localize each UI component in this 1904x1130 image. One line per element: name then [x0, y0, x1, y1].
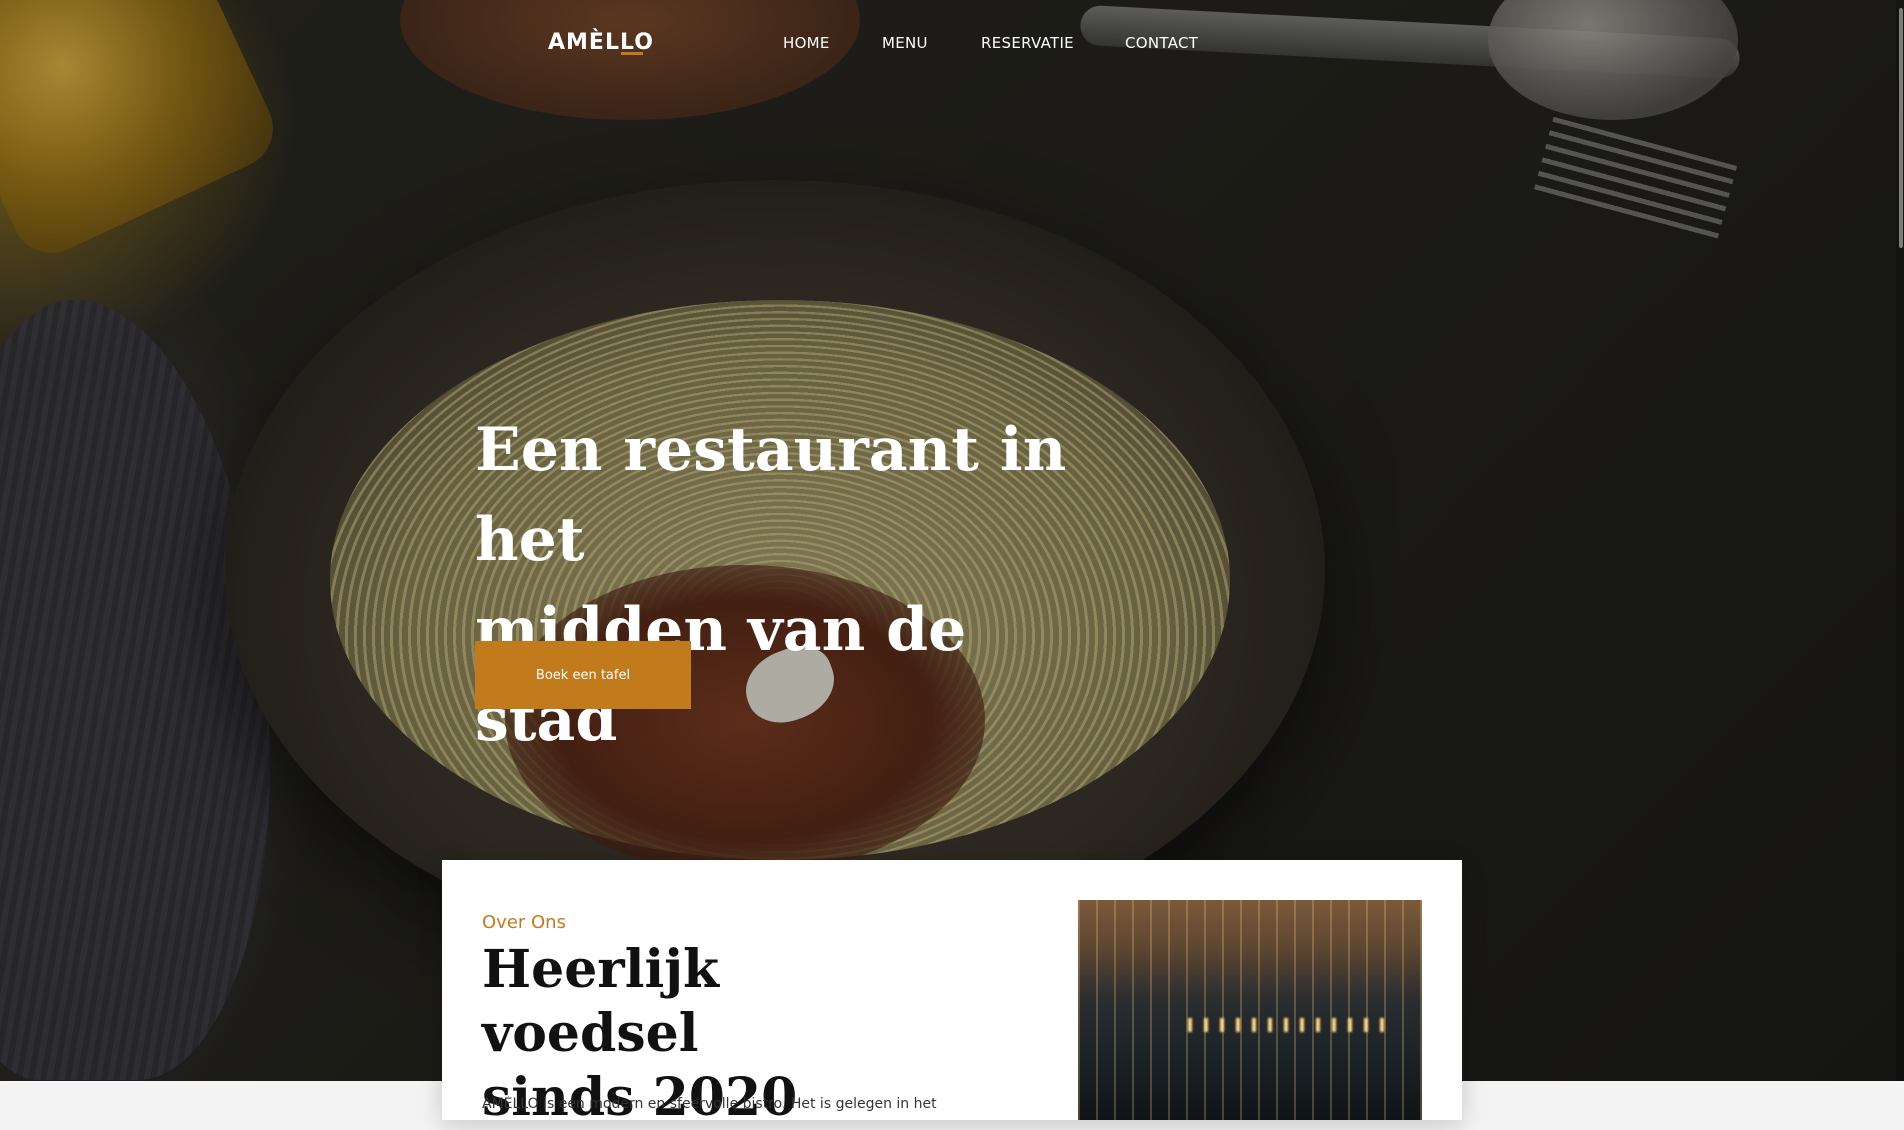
hero-title: Een restaurant in het midden van de stad [475, 405, 1115, 765]
scrollbar-track[interactable] [1896, 0, 1904, 1081]
hero-title-line1: Een restaurant in het [475, 415, 1067, 575]
restaurant-interior-image [1078, 900, 1422, 1120]
about-kicker: Over Ons [482, 912, 566, 933]
pendant-lights-decoration [1188, 1018, 1388, 1032]
nav-reservatie[interactable]: RESERVATIE [981, 34, 1074, 52]
book-table-button[interactable]: Boek een tafel [475, 641, 691, 709]
nav-contact[interactable]: CONTACT [1125, 34, 1198, 52]
about-title-line1: Heerlijk voedsel [482, 939, 720, 1064]
logo-accent-bar [621, 52, 643, 55]
about-card: Over Ons Heerlijk voedsel sinds 2020 AMÈ… [442, 860, 1462, 1128]
top-navigation: AMÈLLO HOME MENU RESERVATIE CONTACT [0, 0, 1904, 88]
nav-menu[interactable]: MENU [882, 34, 928, 52]
nav-home[interactable]: HOME [783, 34, 830, 52]
about-text: AMÈLLO is een modern en sfeervolle bistr… [482, 1096, 937, 1112]
